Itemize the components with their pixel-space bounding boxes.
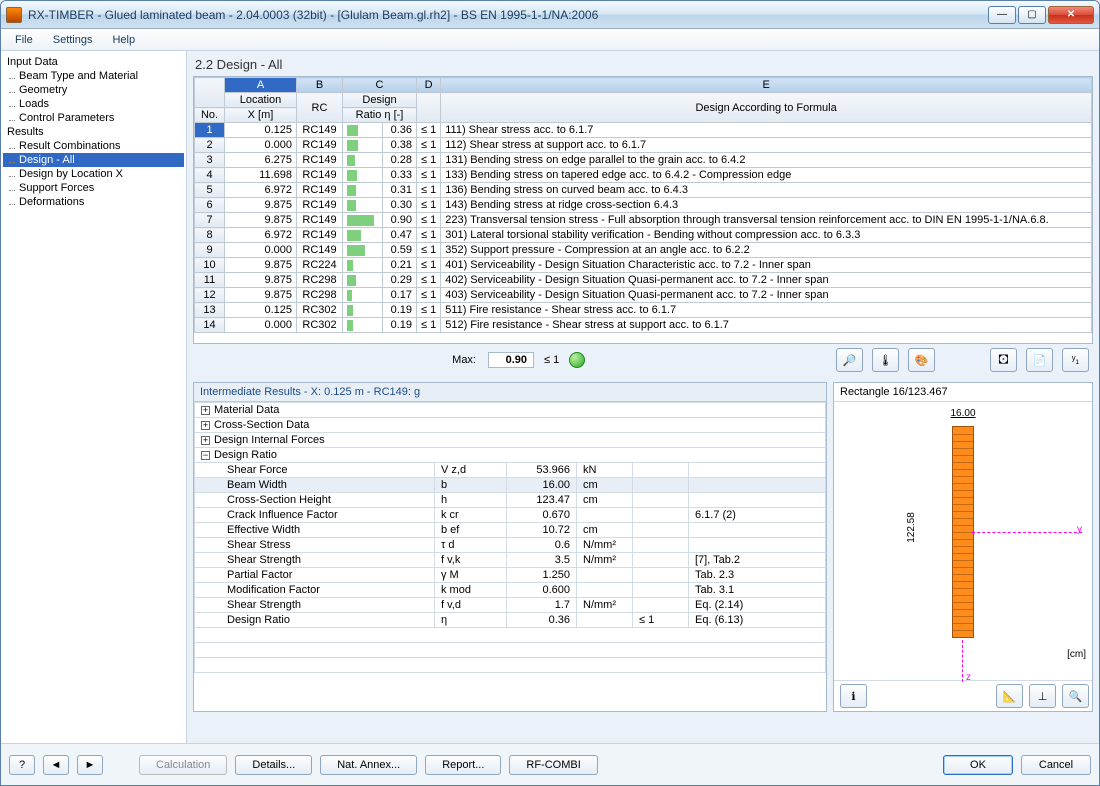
menu-file[interactable]: File <box>7 32 41 48</box>
close-button[interactable]: ✕ <box>1048 6 1094 24</box>
detail-row[interactable]: Shear Force V z,d 53.966 kN <box>195 463 826 478</box>
table-row[interactable]: 1 0.125 RC149 0.36 ≤ 1 111) Shear stress… <box>195 123 1092 138</box>
view-button-2[interactable]: 📄 <box>1026 348 1053 372</box>
report-button[interactable]: Report... <box>425 755 501 775</box>
tree-design-all[interactable]: Design - All <box>3 153 184 167</box>
tree-results[interactable]: Results <box>3 125 184 139</box>
status-ok-icon <box>569 352 585 368</box>
head-design: Design <box>343 93 417 108</box>
tree-geometry[interactable]: Geometry <box>3 83 184 97</box>
col-e[interactable]: E <box>441 78 1092 93</box>
head-x: X [m] <box>225 108 297 123</box>
tree-input-data[interactable]: Input Data <box>3 55 184 69</box>
head-ratio: Ratio η [-] <box>343 108 417 123</box>
expand-icon[interactable]: + <box>201 421 210 430</box>
table-row[interactable]: 14 0.000 RC302 0.19 ≤ 1 512) Fire resist… <box>195 318 1092 333</box>
tree-beam-type[interactable]: Beam Type and Material <box>3 69 184 83</box>
tree-design-location[interactable]: Design by Location X <box>3 167 184 181</box>
table-row[interactable]: 11 9.875 RC298 0.29 ≤ 1 402) Serviceabil… <box>195 273 1092 288</box>
table-row[interactable]: 4 11.698 RC149 0.33 ≤ 1 133) Bending str… <box>195 168 1092 183</box>
navigation-tree[interactable]: Input Data Beam Type and Material Geomet… <box>1 51 187 743</box>
app-icon <box>6 7 22 23</box>
table-row[interactable]: 8 6.972 RC149 0.47 ≤ 1 301) Lateral tors… <box>195 228 1092 243</box>
table-row[interactable]: 2 0.000 RC149 0.38 ≤ 1 112) Shear stress… <box>195 138 1092 153</box>
col-c[interactable]: C <box>343 78 417 93</box>
menu-help[interactable]: Help <box>104 32 143 48</box>
head-formula: Design According to Formula <box>441 93 1092 123</box>
detail-row[interactable]: Crack Influence Factor k cr 0.670 6.1.7 … <box>195 508 826 523</box>
minimize-button[interactable]: ― <box>988 6 1016 24</box>
table-row[interactable]: 3 6.275 RC149 0.28 ≤ 1 131) Bending stre… <box>195 153 1092 168</box>
stress-button[interactable]: 📐 <box>996 684 1023 708</box>
intermediate-title: Intermediate Results - X: 0.125 m - RC14… <box>194 383 826 402</box>
view-button-3[interactable]: ʸ₁ <box>1062 348 1089 372</box>
beam-shape <box>952 426 974 638</box>
table-row[interactable]: 9 0.000 RC149 0.59 ≤ 1 352) Support pres… <box>195 243 1092 258</box>
window-title: RX-TIMBER - Glued laminated beam - 2.04.… <box>28 8 988 22</box>
table-row[interactable]: 12 9.875 RC298 0.17 ≤ 1 403) Serviceabil… <box>195 288 1092 303</box>
cross-section-panel: Rectangle 16/123.467 16.00 122.58 y z [c… <box>833 382 1093 712</box>
titlebar: RX-TIMBER - Glued laminated beam - 2.04.… <box>1 1 1099 29</box>
intermediate-results: Intermediate Results - X: 0.125 m - RC14… <box>193 382 827 712</box>
head-no: No. <box>195 108 225 123</box>
expand-icon[interactable]: + <box>201 406 210 415</box>
detail-row[interactable]: Design Ratio η 0.36 ≤ 1 Eq. (6.13) <box>195 613 826 628</box>
zoom-button[interactable]: 🔍 <box>1062 684 1089 708</box>
filter-button-2[interactable]: 🌡 <box>872 348 899 372</box>
detail-row[interactable]: Beam Width b 16.00 cm <box>195 478 826 493</box>
col-b[interactable]: B <box>297 78 343 93</box>
info-button[interactable]: ℹ <box>840 684 867 708</box>
tree-control[interactable]: Control Parameters <box>3 111 184 125</box>
tree-result-combinations[interactable]: Result Combinations <box>3 139 184 153</box>
design-grid[interactable]: A B C D E Location RC Design Design Acco… <box>193 76 1093 344</box>
color-button[interactable]: 🎨 <box>908 348 935 372</box>
detail-row[interactable]: Partial Factor γ M 1.250 Tab. 2.3 <box>195 568 826 583</box>
head-location: Location <box>225 93 297 108</box>
table-row[interactable]: 13 0.125 RC302 0.19 ≤ 1 511) Fire resist… <box>195 303 1092 318</box>
table-row[interactable]: 7 9.875 RC149 0.90 ≤ 1 223) Transversal … <box>195 213 1092 228</box>
col-d[interactable]: D <box>417 78 441 93</box>
detail-row[interactable]: Modification Factor k mod 0.600 Tab. 3.1 <box>195 583 826 598</box>
menu-settings[interactable]: Settings <box>45 32 101 48</box>
details-button[interactable]: Details... <box>235 755 312 775</box>
filter-button-1[interactable]: 🔎 <box>836 348 863 372</box>
prev-button[interactable]: ◄ <box>43 755 69 775</box>
axes-button[interactable]: ⊥ <box>1029 684 1056 708</box>
view-button-1[interactable]: 🖸 <box>990 348 1017 372</box>
detail-row[interactable]: Shear Strength f v,d 1.7 N/mm² Eq. (2.14… <box>195 598 826 613</box>
col-a[interactable]: A <box>225 78 297 93</box>
expand-icon[interactable]: + <box>201 436 210 445</box>
head-rc: RC <box>297 93 343 123</box>
menubar: File Settings Help <box>1 29 1099 51</box>
next-button[interactable]: ► <box>77 755 103 775</box>
nat-annex-button[interactable]: Nat. Annex... <box>320 755 417 775</box>
table-row[interactable]: 10 9.875 RC224 0.21 ≤ 1 401) Serviceabil… <box>195 258 1092 273</box>
detail-row[interactable]: Cross-Section Height h 123.47 cm <box>195 493 826 508</box>
max-label: Max: <box>197 354 482 366</box>
footer: ? ◄ ► Calculation Details... Nat. Annex.… <box>1 743 1099 785</box>
max-le: ≤ 1 <box>540 354 563 366</box>
page-title: 2.2 Design - All <box>193 53 1093 76</box>
collapse-icon[interactable]: − <box>201 451 210 460</box>
tree-deformations[interactable]: Deformations <box>3 195 184 209</box>
calculation-button[interactable]: Calculation <box>139 755 227 775</box>
detail-row[interactable]: Effective Width b ef 10.72 cm <box>195 523 826 538</box>
ok-button[interactable]: OK <box>943 755 1013 775</box>
rf-combi-button[interactable]: RF-COMBI <box>509 755 597 775</box>
table-row[interactable]: 5 6.972 RC149 0.31 ≤ 1 136) Bending stre… <box>195 183 1092 198</box>
detail-row[interactable]: Shear Strength f v,k 3.5 N/mm² [7], Tab.… <box>195 553 826 568</box>
cs-drawing: 16.00 122.58 y z [cm] <box>834 402 1092 680</box>
maximize-button[interactable]: ▢ <box>1018 6 1046 24</box>
table-row[interactable]: 6 9.875 RC149 0.30 ≤ 1 143) Bending stre… <box>195 198 1092 213</box>
detail-row[interactable]: Shear Stress τ d 0.6 N/mm² <box>195 538 826 553</box>
cs-name: Rectangle 16/123.467 <box>834 383 1092 402</box>
tree-support-forces[interactable]: Support Forces <box>3 181 184 195</box>
max-value: 0.90 <box>488 352 534 368</box>
tree-loads[interactable]: Loads <box>3 97 184 111</box>
cancel-button[interactable]: Cancel <box>1021 755 1091 775</box>
help-button[interactable]: ? <box>9 755 35 775</box>
